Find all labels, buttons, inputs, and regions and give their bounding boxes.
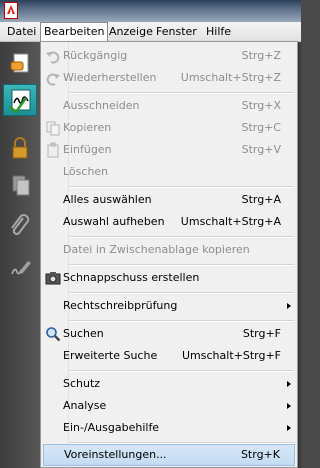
redo-icon <box>45 70 61 86</box>
submenu-arrow-icon <box>287 303 291 309</box>
pen-signature-icon <box>11 261 31 275</box>
menu-anzeige[interactable]: Anzeige <box>106 22 156 41</box>
menu-item-accessibility[interactable]: Ein-/Ausgabehilfe <box>41 417 297 439</box>
pages-button[interactable] <box>3 170 37 202</box>
undo-icon <box>45 48 61 64</box>
attachments-button[interactable] <box>3 210 37 242</box>
signatures-panel-button[interactable] <box>3 252 37 284</box>
menu-item-select-all[interactable]: Alles auswählen Strg+A <box>41 189 297 211</box>
document-hand-icon <box>10 53 29 73</box>
menu-separator <box>70 292 294 294</box>
menu-separator <box>70 92 294 94</box>
menu-separator <box>70 320 294 322</box>
sign-button[interactable] <box>3 84 37 116</box>
secure-button[interactable] <box>3 132 37 164</box>
submenu-arrow-icon <box>287 381 291 387</box>
tools-button[interactable] <box>3 48 37 80</box>
menu-item-protection[interactable]: Schutz <box>41 373 297 395</box>
menu-separator <box>70 186 294 188</box>
menu-item-redo[interactable]: Wiederherstellen Umschalt+Strg+Z <box>41 67 297 89</box>
menu-item-copy-file-to-clipboard[interactable]: Datei in Zwischenablage kopieren <box>41 239 297 261</box>
menu-datei[interactable]: Datei <box>4 22 39 41</box>
menu-item-deselect[interactable]: Auswahl aufheben Umschalt+Strg+A <box>41 211 297 233</box>
menu-bar: Datei Bearbeiten Anzeige Fenster Hilfe <box>0 22 301 42</box>
menu-item-analysis[interactable]: Analyse <box>41 395 297 417</box>
menu-item-undo[interactable]: Rückgängig Strg+Z <box>41 45 297 67</box>
title-bar <box>0 0 301 22</box>
left-toolbar <box>0 42 40 468</box>
menu-item-cut[interactable]: Ausschneiden Strg+X <box>41 95 297 117</box>
search-icon <box>45 326 61 342</box>
menu-item-spellcheck[interactable]: Rechtschreibprüfung <box>41 295 297 317</box>
lock-icon <box>12 137 28 159</box>
paperclip-icon <box>11 214 30 235</box>
menu-bearbeiten[interactable]: Bearbeiten <box>40 22 109 42</box>
menu-hilfe[interactable]: Hilfe <box>203 22 234 41</box>
menu-separator <box>70 264 294 266</box>
submenu-arrow-icon <box>287 425 291 431</box>
pdf-app-icon <box>4 2 18 19</box>
menu-item-copy[interactable]: Kopieren Strg+C <box>41 117 297 139</box>
menu-separator <box>70 236 294 238</box>
menu-separator <box>70 370 294 372</box>
signature-icon <box>9 89 31 114</box>
submenu-arrow-icon <box>287 403 291 409</box>
menu-item-preferences[interactable]: Voreinstellungen... Strg+K <box>43 444 295 466</box>
menu-item-snapshot[interactable]: Schnappschuss erstellen <box>41 267 297 289</box>
menu-item-paste[interactable]: Einfügen Strg+V <box>41 139 297 161</box>
paste-icon <box>45 142 61 158</box>
menu-item-advanced-search[interactable]: Erweiterte Suche Umschalt+Strg+F <box>41 345 297 367</box>
menu-fenster[interactable]: Fenster <box>153 22 200 41</box>
edit-menu-dropdown: Rückgängig Strg+Z Wiederherstellen Umsch… <box>40 41 298 468</box>
pages-icon <box>12 175 30 196</box>
camera-icon <box>45 270 61 286</box>
copy-icon <box>45 120 61 136</box>
menu-item-find[interactable]: Suchen Strg+F <box>41 323 297 345</box>
menu-item-delete[interactable]: Löschen <box>41 161 297 183</box>
